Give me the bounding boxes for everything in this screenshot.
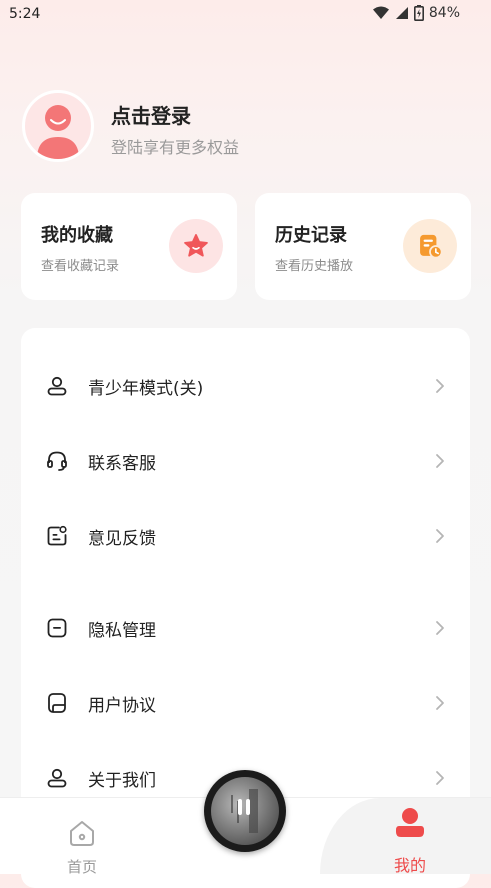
menu-label-customer-service: 联系客服	[88, 454, 156, 474]
chevron-right-icon	[436, 379, 444, 393]
privacy-icon	[47, 618, 67, 638]
chevron-right-icon	[436, 529, 444, 543]
battery-percent: 84%	[428, 5, 460, 21]
menu-item-privacy[interactable]: 隐私管理	[21, 596, 470, 660]
tab-home[interactable]: 首页	[48, 808, 116, 876]
pause-icon	[238, 799, 252, 823]
login-title[interactable]: 点击登录	[111, 100, 191, 129]
menu-label-user-agreement: 用户协议	[88, 696, 156, 716]
default-avatar-icon	[37, 105, 79, 159]
login-subtitle: 登陆享有更多权益	[111, 138, 240, 157]
history-icon	[403, 219, 457, 273]
history-subtitle: 查看历史播放	[275, 259, 354, 274]
person-icon	[396, 808, 424, 837]
headset-icon	[47, 451, 67, 471]
history-card[interactable]: 历史记录 查看历史播放	[255, 193, 471, 300]
status-time: 5:24	[9, 6, 41, 22]
status-icons: 84%	[372, 5, 460, 21]
chevron-right-icon	[436, 771, 444, 785]
home-icon	[70, 821, 94, 846]
teen-mode-icon	[47, 376, 67, 396]
chevron-right-icon	[436, 621, 444, 635]
wifi-icon	[372, 6, 389, 19]
menu-label-about-us: 关于我们	[88, 771, 156, 791]
chevron-right-icon	[436, 696, 444, 710]
menu-label-privacy: 隐私管理	[88, 621, 156, 641]
status-bar: 5:24 84%	[0, 0, 491, 28]
feedback-icon	[47, 525, 67, 546]
chevron-right-icon	[436, 454, 444, 468]
battery-icon	[413, 5, 424, 21]
tab-label-home: 首页	[66, 858, 97, 876]
menu-item-feedback[interactable]: 意见反馈	[21, 504, 470, 568]
menu-item-user-agreement[interactable]: 用户协议	[21, 671, 470, 735]
agreement-icon	[48, 693, 66, 713]
menu-label-feedback: 意见反馈	[88, 529, 156, 549]
menu-item-teen-mode[interactable]: 青少年模式(关)	[21, 354, 470, 418]
tab-mine[interactable]: 我的	[376, 806, 444, 875]
avatar[interactable]	[22, 90, 94, 162]
menu-item-customer-service[interactable]: 联系客服	[21, 429, 470, 493]
star-icon	[169, 219, 223, 273]
history-title: 历史记录	[275, 225, 347, 246]
tab-label-mine: 我的	[393, 856, 426, 875]
menu-label-teen-mode: 青少年模式(关)	[88, 379, 204, 399]
signal-icon	[395, 7, 408, 19]
about-icon	[47, 768, 67, 788]
login-section[interactable]: 点击登录 登陆享有更多权益	[22, 90, 462, 164]
favorites-title: 我的收藏	[41, 225, 113, 246]
mini-player-button[interactable]	[204, 770, 286, 852]
favorites-subtitle: 查看收藏记录	[41, 259, 120, 274]
favorites-card[interactable]: 我的收藏 查看收藏记录	[21, 193, 237, 300]
